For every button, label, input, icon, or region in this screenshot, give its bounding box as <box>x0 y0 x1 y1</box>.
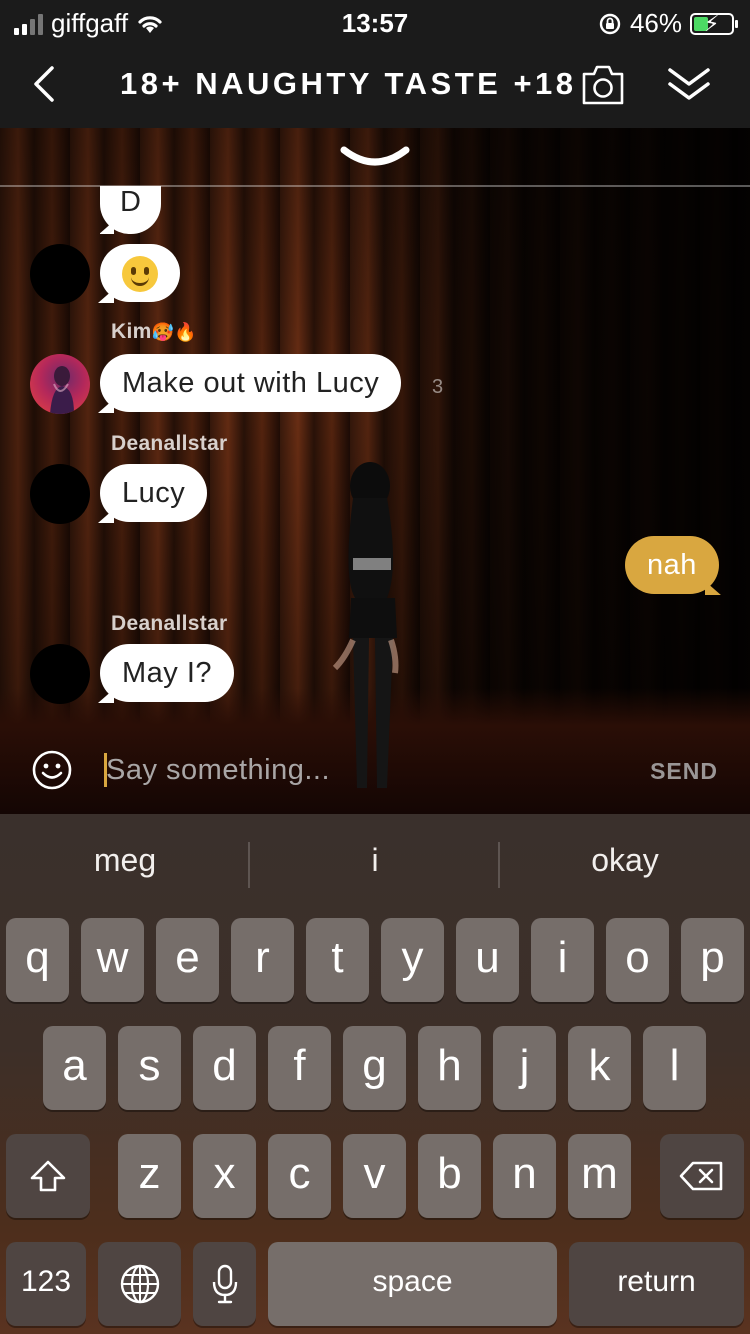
chat-bubble[interactable]: Make out with Lucy <box>100 354 402 412</box>
return-key[interactable]: return <box>569 1242 744 1326</box>
key-s[interactable]: s <box>118 1026 181 1110</box>
keyboard: meg i okay q w e r t y u i o p a s d f g… <box>0 814 750 1334</box>
key-t[interactable]: t <box>306 918 369 1002</box>
globe-icon <box>120 1265 159 1304</box>
key-i[interactable]: i <box>531 918 594 1002</box>
key-u[interactable]: u <box>456 918 519 1002</box>
avatar[interactable] <box>30 354 90 414</box>
key-n[interactable]: n <box>493 1134 556 1218</box>
partial-text: 3 <box>432 376 444 398</box>
message-text: May I? <box>122 657 213 689</box>
key-g[interactable]: g <box>343 1026 406 1110</box>
globe-key[interactable] <box>98 1242 181 1326</box>
profile-picture-icon <box>50 366 74 414</box>
sender-name: Deanallstar <box>111 612 228 635</box>
collapse-chevron-icon[interactable] <box>340 144 410 172</box>
back-arrow-icon[interactable] <box>26 62 66 106</box>
message-input[interactable] <box>106 748 626 792</box>
chat-bubble[interactable]: May I? <box>100 644 235 702</box>
chat-bubble-outgoing[interactable]: nah <box>625 536 719 594</box>
battery-icon: ⚡ <box>690 11 738 36</box>
chat-scene: D Kim🥵🔥 Make out with Lucy 3 Deanallstar… <box>0 128 750 814</box>
space-key[interactable]: space <box>268 1242 557 1326</box>
sender-name: Deanallstar <box>111 432 228 455</box>
orientation-lock-icon <box>599 13 621 34</box>
status-right: 46% ⚡ <box>598 8 738 39</box>
sender-name: Kim🥵🔥 <box>111 320 198 343</box>
key-k[interactable]: k <box>568 1026 631 1110</box>
message-text: Make out with Lucy <box>122 367 380 399</box>
message-input-bar: SEND <box>0 740 750 814</box>
camera-icon[interactable] <box>581 62 625 106</box>
key-c[interactable]: c <box>268 1134 331 1218</box>
chat-bubble[interactable]: Lucy <box>100 464 208 522</box>
chat-bubble[interactable] <box>100 244 180 302</box>
key-o[interactable]: o <box>606 918 669 1002</box>
key-d[interactable]: d <box>193 1026 256 1110</box>
key-e[interactable]: e <box>156 918 219 1002</box>
key-p[interactable]: p <box>681 918 744 1002</box>
microphone-icon <box>212 1265 237 1304</box>
battery-percent: 46% <box>629 8 682 38</box>
key-m[interactable]: m <box>568 1134 631 1218</box>
double-chevron-down-icon[interactable] <box>664 62 714 106</box>
dictation-key[interactable] <box>193 1242 256 1326</box>
sender-emojis: 🥵🔥 <box>151 322 198 342</box>
key-f[interactable]: f <box>268 1026 331 1110</box>
key-v[interactable]: v <box>343 1134 406 1218</box>
key-w[interactable]: w <box>81 918 144 1002</box>
key-l[interactable]: l <box>643 1026 706 1110</box>
emoji-smiley-icon[interactable] <box>32 750 72 790</box>
smiling-face-emoji-icon <box>122 256 158 293</box>
shift-arrow-icon <box>30 1161 66 1192</box>
suggestion-1[interactable]: meg <box>0 842 250 879</box>
key-q[interactable]: q <box>6 918 69 1002</box>
key-z[interactable]: z <box>118 1134 181 1218</box>
key-r[interactable]: r <box>231 918 294 1002</box>
avatar[interactable] <box>30 464 90 524</box>
key-j[interactable]: j <box>493 1026 556 1110</box>
backspace-icon <box>679 1162 723 1191</box>
delete-key[interactable] <box>660 1134 744 1218</box>
key-h[interactable]: h <box>418 1026 481 1110</box>
key-x[interactable]: x <box>193 1134 256 1218</box>
room-title: 18+ NAUGHTY TASTE +18 <box>120 66 577 101</box>
key-a[interactable]: a <box>43 1026 106 1110</box>
message-text: Lucy <box>122 477 186 509</box>
chat-header: 18+ NAUGHTY TASTE +18 <box>0 42 750 128</box>
suggestion-bar: meg i okay <box>0 814 750 914</box>
shift-key[interactable] <box>6 1134 90 1218</box>
message-text: D <box>120 186 142 218</box>
avatar[interactable] <box>30 644 90 704</box>
status-bar: giffgaff 13:57 46% ⚡ <box>0 0 750 42</box>
key-y[interactable]: y <box>381 918 444 1002</box>
key-b[interactable]: b <box>418 1134 481 1218</box>
avatar[interactable] <box>30 244 90 304</box>
suggestion-3[interactable]: okay <box>500 842 750 879</box>
numbers-key[interactable]: 123 <box>6 1242 86 1326</box>
send-button[interactable]: SEND <box>650 758 718 785</box>
message-text: nah <box>647 549 697 581</box>
suggestion-2[interactable]: i <box>250 842 500 879</box>
